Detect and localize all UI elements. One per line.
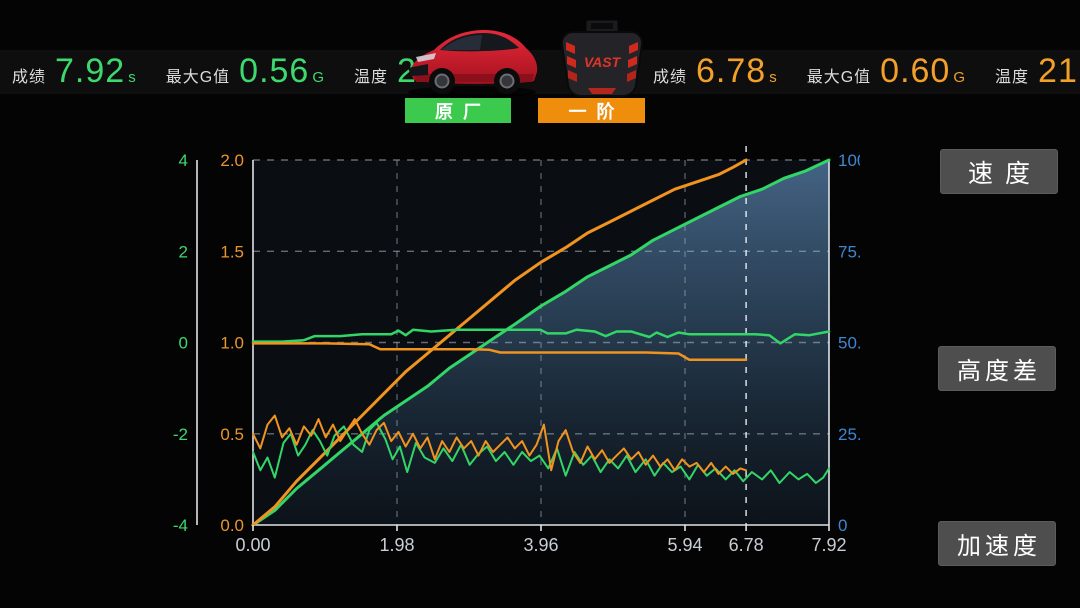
score-value: 6.78 [696, 52, 766, 91]
chart-content: 4 2 0 -2 -4 2.0 1.5 1.0 0.5 0.0 100 75.0 50.0 25.0 0 0.… [173, 146, 860, 555]
svg-text:3.96: 3.96 [523, 535, 558, 555]
gmax-unit: G [953, 69, 965, 86]
stats-stage1: 成绩 6.78 s 最大G值 0.60 G 温度 21.36 ℃ [653, 52, 1080, 91]
performance-chart: 4 2 0 -2 -4 2.0 1.5 1.0 0.5 0.0 100 75.0 50.0 25.0 0 0.… [150, 138, 860, 570]
stat-gmax-stock: 最大G值 0.56 G [166, 52, 324, 91]
svg-text:50.0: 50.0 [838, 334, 860, 353]
temp-value: 21.36 [1038, 52, 1080, 91]
svg-text:6.78: 6.78 [729, 535, 764, 555]
svg-text:-2: -2 [173, 425, 188, 444]
device-brand-label: VAST [584, 54, 622, 70]
svg-text:4: 4 [179, 151, 188, 170]
temp-label: 温度 [354, 63, 388, 87]
car-image [400, 12, 545, 102]
stat-time-stock: 成绩 7.92 s [12, 52, 136, 91]
svg-text:0: 0 [179, 334, 188, 353]
svg-text:-4: -4 [173, 516, 188, 535]
speed-button[interactable]: 速度 [940, 149, 1058, 194]
gmax-label: 最大G值 [166, 63, 230, 87]
score-label: 成绩 [653, 63, 687, 87]
score-value: 7.92 [55, 52, 125, 91]
legend-stock-button[interactable]: 原厂 [405, 98, 511, 123]
legend-stage1-button[interactable]: 一阶 [538, 98, 645, 123]
gmax-unit: G [312, 69, 324, 86]
svg-text:1.98: 1.98 [379, 535, 414, 555]
svg-text:2.0: 2.0 [220, 151, 244, 170]
svg-text:100: 100 [838, 151, 860, 170]
svg-text:75.0: 75.0 [838, 242, 860, 261]
svg-text:7.92: 7.92 [811, 535, 846, 555]
svg-text:5.94: 5.94 [667, 535, 702, 555]
svg-text:25.0: 25.0 [838, 425, 860, 444]
temp-label: 温度 [995, 63, 1029, 87]
score-unit: s [128, 69, 136, 86]
svg-text:1.0: 1.0 [220, 334, 244, 353]
svg-text:0.00: 0.00 [235, 535, 270, 555]
height-diff-button[interactable]: 高度差 [938, 346, 1056, 391]
svg-text:0.5: 0.5 [220, 425, 244, 444]
gmax-label: 最大G值 [807, 63, 871, 87]
score-unit: s [769, 69, 777, 86]
tuning-box-image: VAST [552, 18, 652, 102]
gmax-value: 0.56 [239, 52, 309, 91]
stat-time-stage1: 成绩 6.78 s [653, 52, 777, 91]
app-screen: 成绩 7.92 s 最大G值 0.56 G 温度 21.36 ℃ 成绩 6.78… [0, 0, 1080, 608]
stat-gmax-stage1: 最大G值 0.60 G [807, 52, 965, 91]
acceleration-button[interactable]: 加速度 [938, 521, 1056, 566]
stat-temp-stage1: 温度 21.36 ℃ [995, 52, 1080, 91]
score-label: 成绩 [12, 63, 46, 87]
svg-text:0: 0 [838, 516, 847, 535]
svg-text:2: 2 [179, 242, 188, 261]
gmax-value: 0.60 [880, 52, 950, 91]
svg-text:1.5: 1.5 [220, 242, 244, 261]
svg-text:0.0: 0.0 [220, 516, 244, 535]
